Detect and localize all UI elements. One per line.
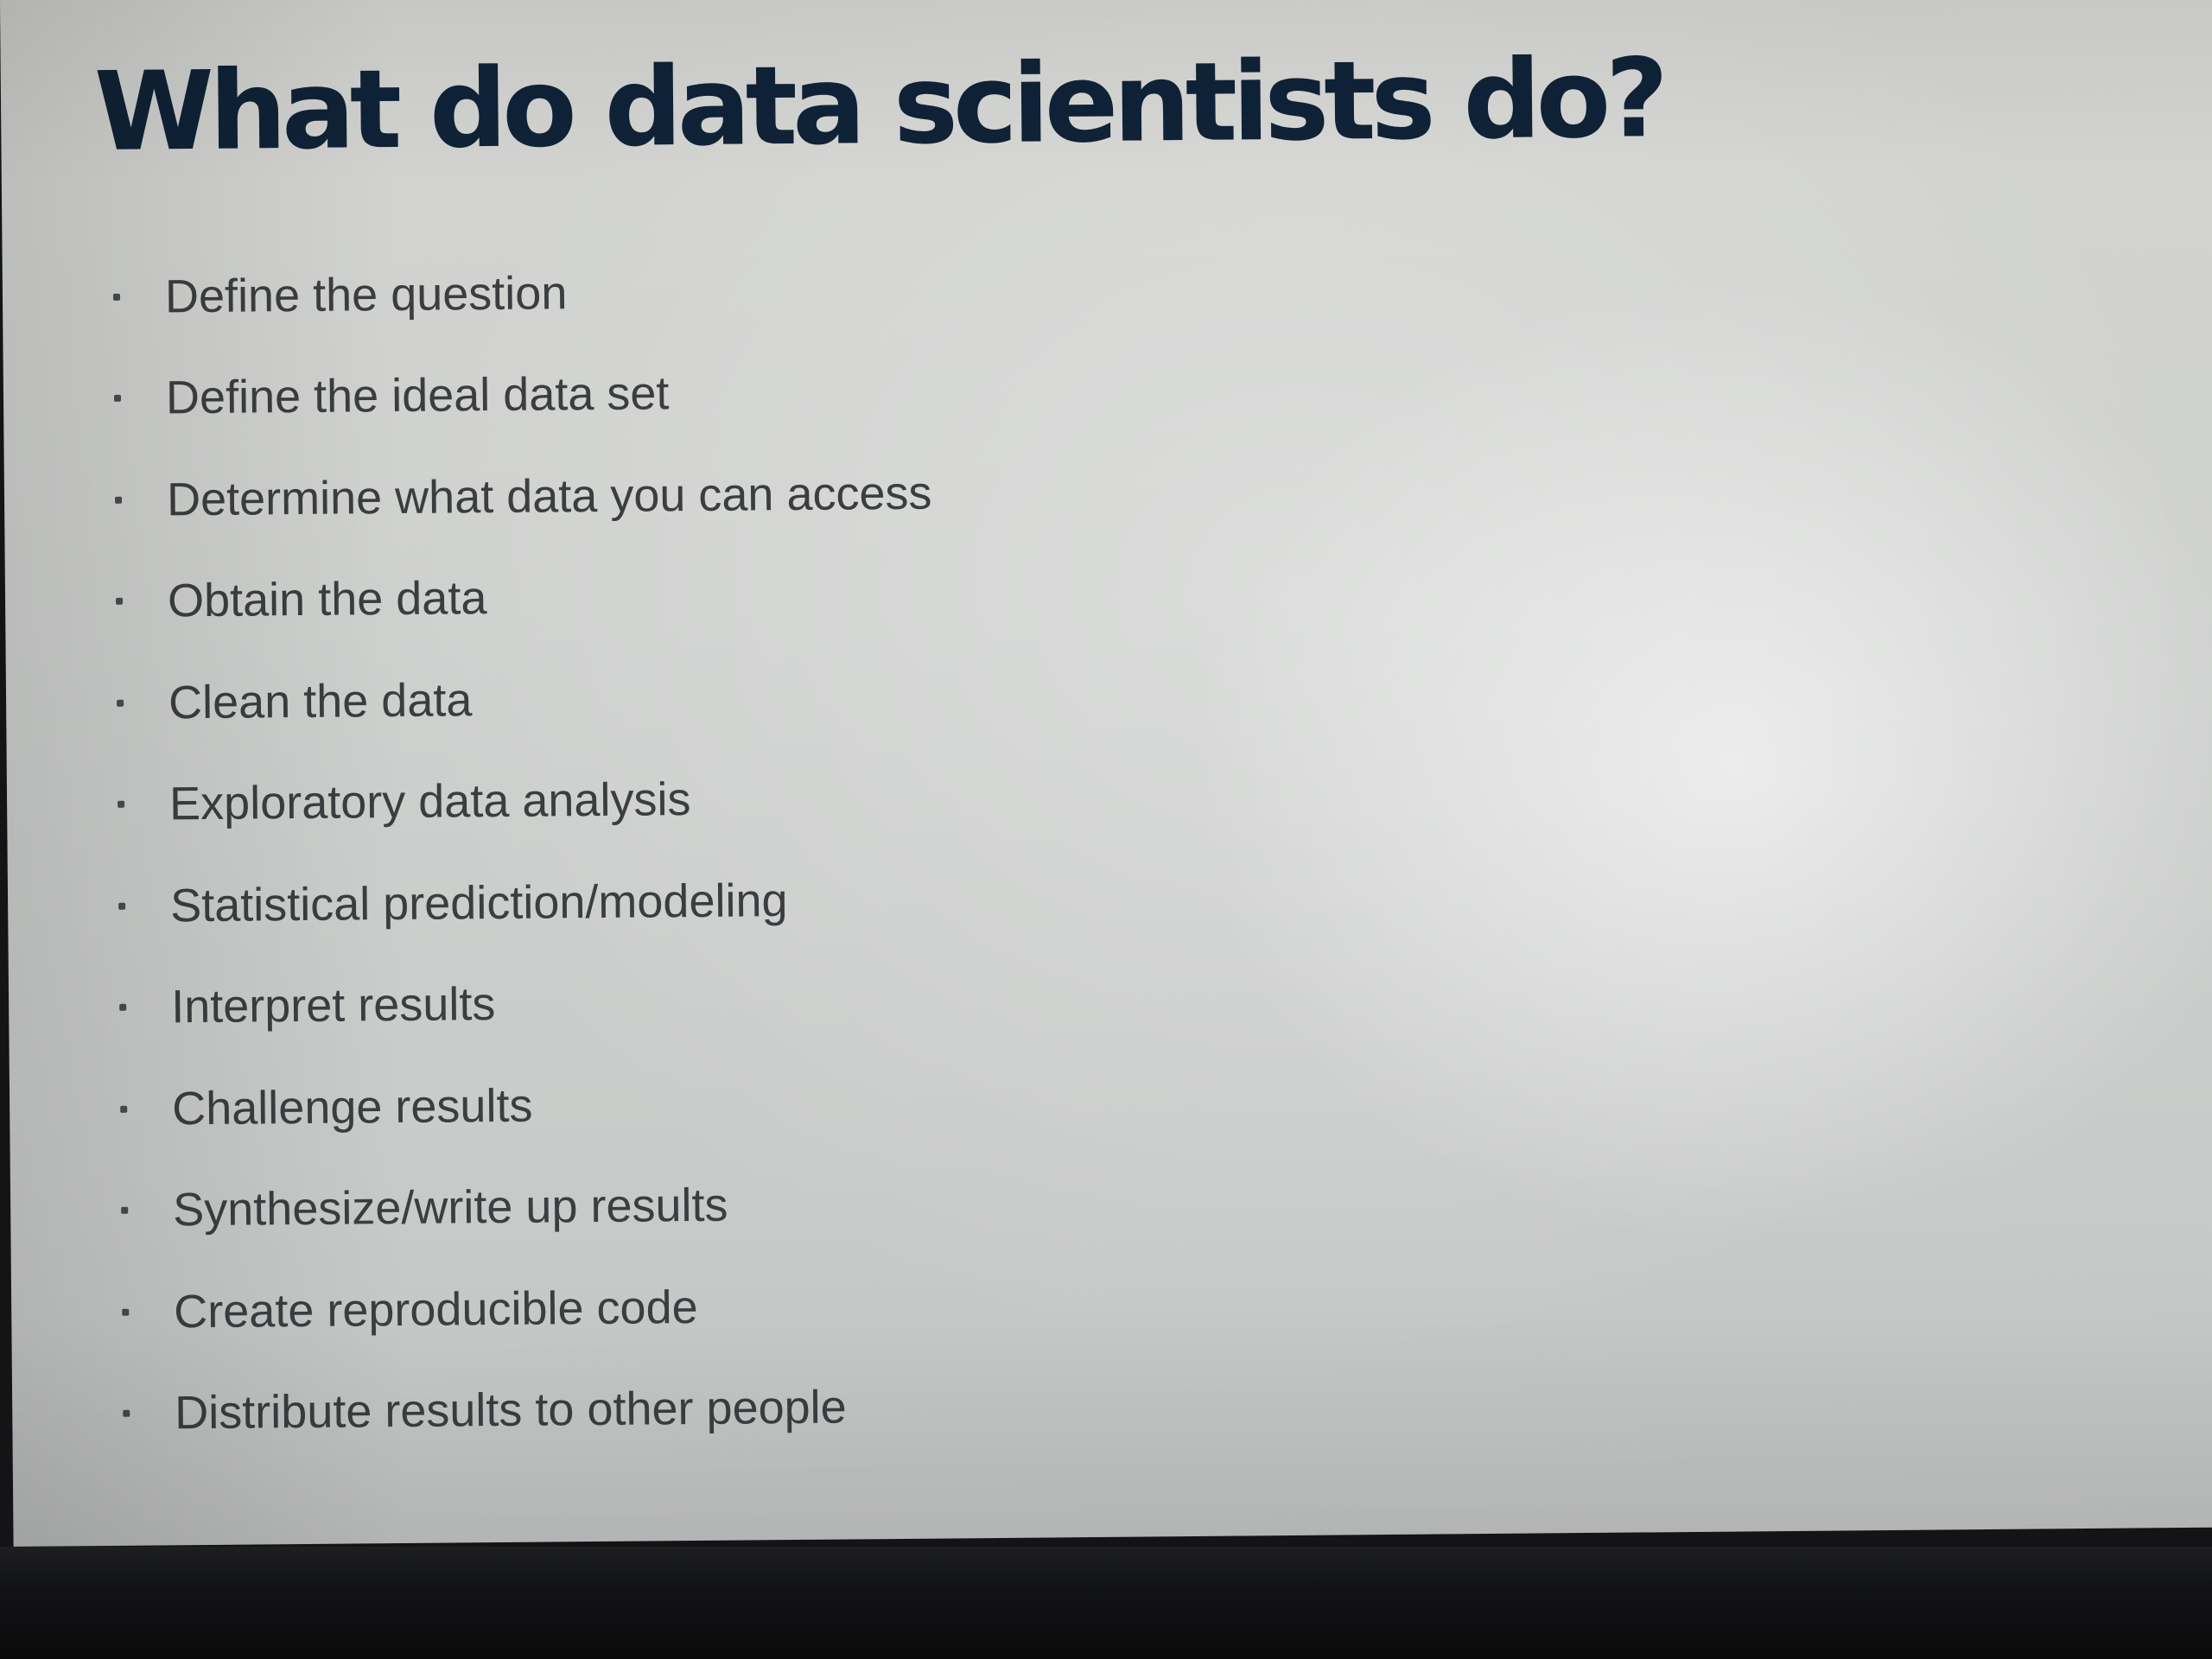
bullet-icon: [118, 801, 125, 809]
slide-screen: What do data scientists do? Define the q…: [0, 0, 2212, 1547]
bullet-icon: [113, 395, 122, 403]
list-item-text: Statistical prediction/modeling: [169, 874, 788, 932]
list-item: Challenge results: [120, 1052, 938, 1160]
photo-of-projected-slide: What do data scientists do? Define the q…: [0, 0, 2212, 1659]
list-item-text: Create reproducible code: [173, 1281, 698, 1338]
list-item-text: Exploratory data analysis: [168, 773, 691, 830]
list-item: Define the question: [112, 239, 930, 348]
list-item-text: Synthesize/write up results: [172, 1179, 728, 1236]
list-item-text: Interpret results: [170, 978, 496, 1033]
list-item: Synthesize/write up results: [121, 1153, 938, 1262]
list-item-text: Determine what data you can access: [166, 467, 932, 526]
list-item: Distribute results to other people: [123, 1356, 940, 1465]
bullet-icon: [122, 1308, 130, 1316]
bullet-icon: [112, 293, 121, 301]
bullet-icon: [120, 1105, 128, 1113]
list-item: Obtain the data: [116, 543, 933, 652]
list-item: Create reproducible code: [122, 1255, 939, 1363]
list-item-text: Distribute results to other people: [175, 1381, 847, 1440]
bullet-icon: [115, 496, 123, 504]
bullet-icon: [121, 1207, 129, 1215]
bullet-icon: [119, 1004, 127, 1012]
list-item: Exploratory data analysis: [118, 747, 935, 855]
bullet-icon: [118, 902, 126, 910]
list-item-text: Define the ideal data set: [165, 367, 670, 424]
list-item-text: Obtain the data: [167, 572, 487, 627]
bullet-icon: [123, 1410, 130, 1418]
list-item: Determine what data you can access: [115, 442, 932, 551]
list-item: Statistical prediction/modeling: [118, 849, 936, 957]
bullet-icon: [116, 598, 124, 606]
list-item-text: Define the question: [164, 267, 568, 323]
monitor-bezel: [0, 1547, 2212, 1659]
list-item: Clean the data: [117, 645, 934, 754]
list-item-text: Challenge results: [171, 1079, 533, 1135]
list-item: Interpret results: [119, 950, 937, 1058]
list-item: Define the ideal data set: [113, 340, 931, 449]
bullet-icon: [117, 699, 124, 707]
slide-title: What do data scientists do?: [93, 35, 1664, 176]
bullet-list: Define the question Define the ideal dat…: [112, 239, 940, 1465]
list-item-text: Clean the data: [168, 674, 473, 729]
